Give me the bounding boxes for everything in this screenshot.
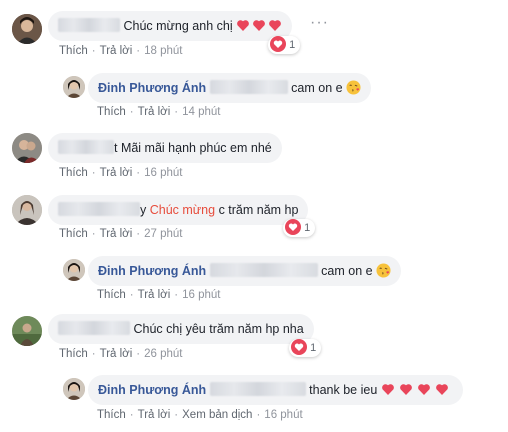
comment-bubble: Chúc chị yêu trăm năm hp nha	[48, 314, 314, 344]
redacted-name	[58, 18, 120, 33]
love-reaction-icon	[285, 218, 301, 235]
reply-text: thank be ieu	[309, 383, 378, 397]
reply-link[interactable]: Trả lời	[138, 409, 171, 421]
comment-actions: Thích · Trả lời · 27 phút	[59, 228, 183, 240]
hearts-emoji	[381, 384, 448, 396]
reply-text: cam on e	[291, 81, 343, 95]
like-link[interactable]: Thích	[59, 348, 88, 360]
reply-link[interactable]: Trả lời	[138, 106, 171, 118]
comment-text-prefix: y	[140, 203, 147, 217]
reaction-badge[interactable]: 1	[283, 218, 316, 237]
comment-actions: Thích · Trả lời · 16 phút	[59, 167, 183, 179]
timestamp[interactable]: 16 phút	[182, 289, 220, 301]
reaction-count: 1	[304, 222, 311, 234]
reply-link[interactable]: Trả lời	[138, 289, 171, 301]
reply-actions: Thích · Trả lời · Xem bản dịch · 16 phút	[97, 409, 303, 421]
comment-bubble: t Mãi mãi hạnh phúc em nhé	[48, 133, 282, 163]
author-name[interactable]: Đinh Phương Ánh	[98, 383, 206, 397]
more-options-icon[interactable]: ···	[310, 14, 329, 32]
reaction-count: 1	[310, 342, 317, 354]
like-link[interactable]: Thích	[97, 289, 126, 301]
reply-link[interactable]: Trả lời	[100, 228, 133, 240]
timestamp[interactable]: 27 phút	[144, 228, 182, 240]
reply-bubble: Đinh Phương Ánh thank be ieu	[88, 375, 463, 405]
love-reaction-icon	[291, 338, 307, 355]
reply-actions: Thích · Trả lời · 14 phút	[97, 106, 221, 118]
like-link[interactable]: Thích	[59, 45, 88, 57]
comment-text: c trăm năm hp	[218, 203, 299, 217]
redacted-tag	[209, 263, 318, 278]
comment-actions: Thích · Trả lời · 26 phút	[59, 348, 183, 360]
comment-actions: Thích · Trả lời · 18 phút	[59, 45, 183, 57]
commenter-avatar[interactable]	[12, 195, 42, 225]
like-link[interactable]: Thích	[59, 228, 88, 240]
reply-bubble: Đinh Phương Ánh cam on e	[88, 256, 402, 286]
redacted-tag	[209, 80, 288, 95]
reaction-badge[interactable]: 1	[268, 35, 301, 54]
hearts-emoji	[237, 20, 281, 32]
commenter-avatar[interactable]	[12, 316, 42, 346]
reply-avatar[interactable]	[63, 76, 85, 98]
reply-avatar[interactable]	[63, 259, 85, 281]
love-reaction-icon	[270, 35, 286, 52]
reply-link[interactable]: Trả lời	[100, 348, 133, 360]
comment-text: t Mãi mãi hạnh phúc em nhé	[114, 141, 272, 155]
comment-text: Chúc mừng anh chị	[123, 19, 233, 33]
author-name[interactable]: Đinh Phương Ánh	[98, 81, 206, 95]
redacted-tag	[209, 382, 306, 397]
reply-actions: Thích · Trả lời · 16 phút	[97, 289, 221, 301]
author-name[interactable]: Đinh Phương Ánh	[98, 264, 206, 278]
highlighted-text: Chúc mừng	[149, 203, 216, 217]
timestamp[interactable]: 16 phút	[144, 167, 182, 179]
kiss-face-emoji	[376, 263, 391, 278]
reply-link[interactable]: Trả lời	[100, 167, 133, 179]
comment-text: Chúc chị yêu trăm năm hp nha	[133, 322, 304, 336]
comment-bubble: y Chúc mừng c trăm năm hp	[48, 195, 309, 225]
reply-avatar[interactable]	[63, 378, 85, 400]
redacted-name	[58, 202, 140, 217]
redacted-name	[58, 321, 130, 336]
timestamp[interactable]: 26 phút	[144, 348, 182, 360]
kiss-face-emoji	[346, 80, 361, 95]
reaction-count: 1	[289, 39, 296, 51]
reply-text: cam on e	[321, 264, 373, 278]
timestamp[interactable]: 18 phút	[144, 45, 182, 57]
reaction-badge[interactable]: 1	[289, 338, 322, 357]
reply-link[interactable]: Trả lời	[100, 45, 133, 57]
comment-bubble: Chúc mừng anh chị	[48, 11, 293, 41]
timestamp[interactable]: 14 phút	[182, 106, 220, 118]
commenter-avatar[interactable]	[12, 14, 42, 44]
commenter-avatar[interactable]	[12, 133, 42, 163]
like-link[interactable]: Thích	[59, 167, 88, 179]
redacted-name	[58, 140, 114, 155]
see-translation-link[interactable]: Xem bản dịch	[182, 409, 252, 421]
like-link[interactable]: Thích	[97, 106, 126, 118]
timestamp[interactable]: 16 phút	[264, 409, 302, 421]
like-link[interactable]: Thích	[97, 409, 126, 421]
reply-bubble: Đinh Phương Ánh cam on e	[88, 73, 372, 103]
